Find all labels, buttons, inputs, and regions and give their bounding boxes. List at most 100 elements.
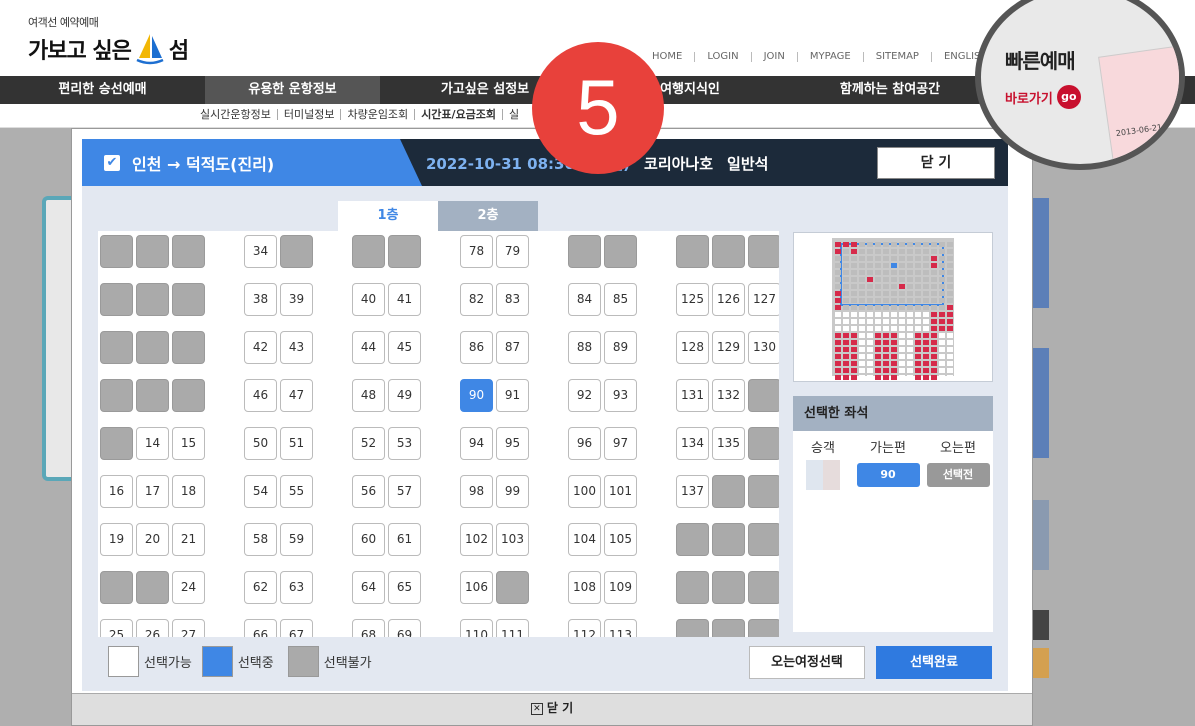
seat-63[interactable]: 63 [280, 571, 313, 604]
seat-58[interactable]: 58 [244, 523, 277, 556]
seat-126[interactable]: 126 [712, 283, 745, 316]
seat-55[interactable]: 55 [280, 475, 313, 508]
outbound-seat[interactable]: 90 [856, 463, 920, 487]
seat-113[interactable]: 113 [604, 619, 637, 637]
seat-95[interactable]: 95 [496, 427, 529, 460]
seat-64[interactable]: 64 [352, 571, 385, 604]
seat-89[interactable]: 89 [604, 331, 637, 364]
subnav-more[interactable]: 실 [502, 109, 525, 120]
seat-132[interactable]: 132 [712, 379, 745, 412]
util-login[interactable]: LOGIN [694, 52, 750, 62]
seat-137[interactable]: 137 [676, 475, 709, 508]
seat-17[interactable]: 17 [136, 475, 169, 508]
seat-105[interactable]: 105 [604, 523, 637, 556]
site-logo[interactable]: 여객선 예약예매 가보고 싶은 섬 [28, 14, 189, 66]
seat-38[interactable]: 38 [244, 283, 277, 316]
seat-112[interactable]: 112 [568, 619, 601, 637]
seat-69[interactable]: 69 [388, 619, 421, 637]
seat-60[interactable]: 60 [352, 523, 385, 556]
seat-62[interactable]: 62 [244, 571, 277, 604]
util-sitemap[interactable]: SITEMAP [862, 52, 931, 62]
seat-84[interactable]: 84 [568, 283, 601, 316]
tab-deck-1[interactable]: 1층 [338, 201, 438, 231]
subnav-realtime[interactable]: 실시간운항정보 [200, 109, 277, 120]
seat-47[interactable]: 47 [280, 379, 313, 412]
seat-20[interactable]: 20 [136, 523, 169, 556]
seat-61[interactable]: 61 [388, 523, 421, 556]
seat-18[interactable]: 18 [172, 475, 205, 508]
subnav-terminal[interactable]: 터미널정보 [276, 109, 341, 120]
seat-46[interactable]: 46 [244, 379, 277, 412]
seat-40[interactable]: 40 [352, 283, 385, 316]
seat-57[interactable]: 57 [388, 475, 421, 508]
seat-102[interactable]: 102 [460, 523, 493, 556]
nav-booking[interactable]: 편리한 승선예매 [0, 76, 205, 104]
subnav-timetable[interactable]: 시간표/요금조회 [414, 109, 502, 120]
seat-39[interactable]: 39 [280, 283, 313, 316]
return-seat[interactable]: 선택전 [926, 463, 990, 487]
seat-65[interactable]: 65 [388, 571, 421, 604]
seat-83[interactable]: 83 [496, 283, 529, 316]
complete-selection-button[interactable]: 선택완료 [876, 646, 992, 679]
seat-86[interactable]: 86 [460, 331, 493, 364]
seat-85[interactable]: 85 [604, 283, 637, 316]
seat-104[interactable]: 104 [568, 523, 601, 556]
seat-92[interactable]: 92 [568, 379, 601, 412]
tab-deck-2[interactable]: 2층 [438, 201, 538, 231]
seat-82[interactable]: 82 [460, 283, 493, 316]
seat-78[interactable]: 78 [460, 235, 493, 268]
seat-54[interactable]: 54 [244, 475, 277, 508]
util-home[interactable]: HOME [640, 52, 694, 62]
seat-98[interactable]: 98 [460, 475, 493, 508]
seat-34[interactable]: 34 [244, 235, 277, 268]
seat-100[interactable]: 100 [568, 475, 601, 508]
seat-79[interactable]: 79 [496, 235, 529, 268]
seat-129[interactable]: 129 [712, 331, 745, 364]
seat-101[interactable]: 101 [604, 475, 637, 508]
seat-26[interactable]: 26 [136, 619, 169, 637]
util-mypage[interactable]: MYPAGE [796, 52, 863, 62]
seat-16[interactable]: 16 [100, 475, 133, 508]
seat-108[interactable]: 108 [568, 571, 601, 604]
seat-14[interactable]: 14 [136, 427, 169, 460]
seat-135[interactable]: 135 [712, 427, 745, 460]
seat-25[interactable]: 25 [100, 619, 133, 637]
seat-45[interactable]: 45 [388, 331, 421, 364]
seat-91[interactable]: 91 [496, 379, 529, 412]
seat-27[interactable]: 27 [172, 619, 205, 637]
seat-125[interactable]: 125 [676, 283, 709, 316]
seat-93[interactable]: 93 [604, 379, 637, 412]
seat-15[interactable]: 15 [172, 427, 205, 460]
seat-44[interactable]: 44 [352, 331, 385, 364]
seat-50[interactable]: 50 [244, 427, 277, 460]
seat-90[interactable]: 90 [460, 379, 493, 412]
seat-109[interactable]: 109 [604, 571, 637, 604]
seat-68[interactable]: 68 [352, 619, 385, 637]
seat-19[interactable]: 19 [100, 523, 133, 556]
seat-99[interactable]: 99 [496, 475, 529, 508]
seat-110[interactable]: 110 [460, 619, 493, 637]
nav-participation[interactable]: 함께하는 참여공간 [790, 76, 990, 104]
subnav-vehicle-fare[interactable]: 차량운임조회 [340, 109, 414, 120]
seat-106[interactable]: 106 [460, 571, 493, 604]
seat-43[interactable]: 43 [280, 331, 313, 364]
seat-103[interactable]: 103 [496, 523, 529, 556]
seat-130[interactable]: 130 [748, 331, 779, 364]
quick-booking-link[interactable]: 바로가기 go [1005, 85, 1081, 109]
seat-51[interactable]: 51 [280, 427, 313, 460]
seat-24[interactable]: 24 [172, 571, 205, 604]
seat-48[interactable]: 48 [352, 379, 385, 412]
seat-67[interactable]: 67 [280, 619, 313, 637]
seat-49[interactable]: 49 [388, 379, 421, 412]
seat-59[interactable]: 59 [280, 523, 313, 556]
seat-97[interactable]: 97 [604, 427, 637, 460]
nav-operation-info[interactable]: 유용한 운항정보 [205, 76, 380, 104]
seat-42[interactable]: 42 [244, 331, 277, 364]
seat-131[interactable]: 131 [676, 379, 709, 412]
go-icon[interactable]: go [1056, 85, 1081, 109]
seat-96[interactable]: 96 [568, 427, 601, 460]
seat-52[interactable]: 52 [352, 427, 385, 460]
util-join[interactable]: JOIN [750, 52, 797, 62]
seat-41[interactable]: 41 [388, 283, 421, 316]
seat-94[interactable]: 94 [460, 427, 493, 460]
